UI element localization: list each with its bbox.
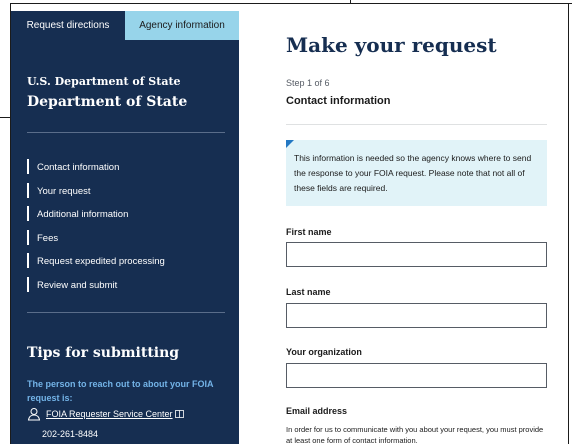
sidebar: Request directions Agency information U.… — [11, 11, 239, 444]
step-item-your-request[interactable]: Your request — [27, 180, 165, 204]
step-marker — [27, 253, 29, 268]
step-marker — [27, 159, 29, 174]
step-navigation: Contact information Your request Additio… — [27, 156, 165, 297]
frame-tick — [350, 0, 351, 4]
section-divider — [286, 124, 547, 125]
step-marker — [27, 182, 29, 198]
frame-right-border — [568, 3, 569, 444]
frame-top-border — [10, 3, 572, 4]
sidebar-divider-top — [27, 132, 225, 133]
first-name-label: First name — [286, 227, 332, 237]
tips-title: Tips for submitting — [27, 345, 180, 361]
step-label: Your request — [37, 185, 91, 197]
step-label: Additional information — [37, 209, 129, 221]
organization-label: Your organization — [286, 347, 362, 357]
agency-parent-name: U.S. Department of State — [27, 75, 181, 88]
email-label: Email address — [286, 406, 348, 416]
step-marker — [27, 276, 29, 292]
step-marker — [27, 206, 29, 221]
section-title: Contact information — [286, 95, 391, 107]
step-counter: Step 1 of 6 — [286, 78, 330, 88]
step-item-review-and-submit[interactable]: Review and submit — [27, 274, 165, 298]
step-item-expedited-processing[interactable]: Request expedited processing — [27, 250, 165, 274]
step-item-contact-information[interactable]: Contact information — [27, 156, 165, 180]
info-alert-text: This information is needed so the agency… — [294, 153, 532, 193]
phone-number: 202-261-8484 — [42, 429, 99, 439]
last-name-field[interactable] — [286, 303, 547, 328]
tab-agency-information[interactable]: Agency information — [125, 11, 239, 40]
first-name-field[interactable] — [286, 242, 547, 267]
organization-field[interactable] — [286, 363, 547, 388]
step-label: Request expedited processing — [37, 256, 165, 268]
service-center-link[interactable]: FOIA Requester Service Center — [46, 409, 173, 419]
alert-corner-marker — [286, 140, 294, 148]
agency-name: Department of State — [27, 94, 188, 110]
step-label: Contact information — [37, 162, 120, 174]
page-title: Make your request — [286, 33, 497, 57]
step-label: Review and submit — [37, 279, 118, 291]
step-marker — [27, 229, 29, 245]
tips-note: The person to reach out to about your FO… — [27, 379, 214, 403]
step-label: Fees — [37, 232, 59, 244]
last-name-label: Last name — [286, 287, 331, 297]
step-item-fees[interactable]: Fees — [27, 227, 165, 251]
email-help-text: In order for us to communicate with you … — [286, 425, 544, 444]
service-center-row: FOIA Requester Service Center — [27, 407, 184, 421]
tab-request-directions[interactable]: Request directions — [11, 11, 125, 40]
sidebar-tabs: Request directions Agency information — [11, 11, 239, 40]
external-link-icon — [174, 410, 184, 418]
sidebar-divider-bottom — [27, 312, 225, 313]
person-icon — [27, 408, 41, 421]
step-item-additional-information[interactable]: Additional information — [27, 203, 165, 227]
info-alert: This information is needed so the agency… — [286, 140, 547, 206]
